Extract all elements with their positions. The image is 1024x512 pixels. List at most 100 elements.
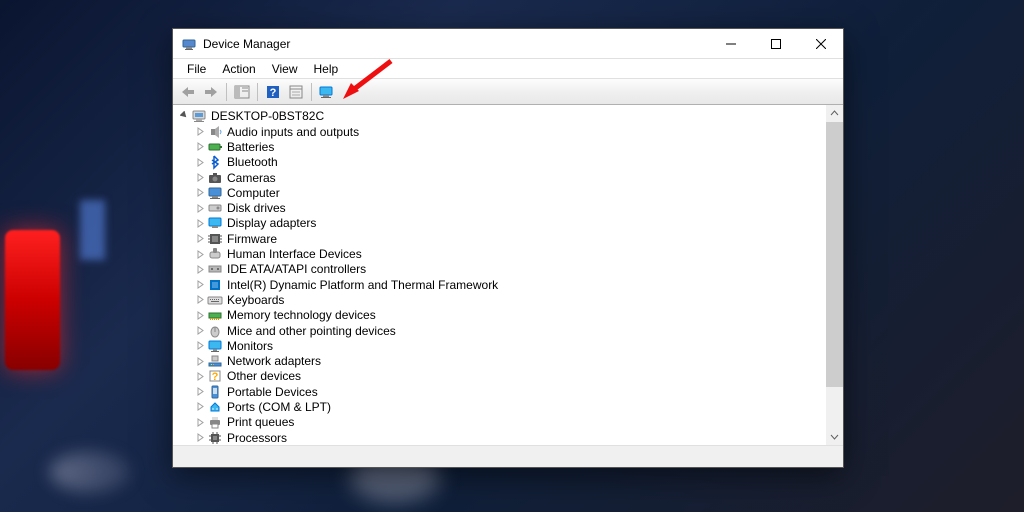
chevron-down-icon — [830, 432, 839, 441]
minimize-button[interactable] — [708, 29, 753, 58]
tree-node[interactable]: Monitors — [173, 338, 843, 353]
expander-icon[interactable] — [193, 400, 207, 414]
tree-node[interactable]: Network adapters — [173, 353, 843, 368]
forward-arrow-icon — [203, 85, 219, 99]
device-manager-window: Device Manager File Action View Help — [172, 28, 844, 468]
menu-file[interactable]: File — [179, 60, 214, 78]
computer-root-icon — [191, 108, 207, 124]
expander-icon[interactable] — [193, 354, 207, 368]
expander-icon[interactable] — [193, 140, 207, 154]
tree-node[interactable]: Human Interface Devices — [173, 246, 843, 261]
expander-icon[interactable] — [193, 125, 207, 139]
menubar: File Action View Help — [173, 59, 843, 79]
network-icon — [207, 353, 223, 369]
tree-node[interactable]: Intel(R) Dynamic Platform and Thermal Fr… — [173, 277, 843, 292]
tree-node-label: Print queues — [227, 415, 294, 429]
expander-icon[interactable] — [177, 109, 191, 123]
tree-node[interactable]: Audio inputs and outputs — [173, 124, 843, 139]
tree-node[interactable]: Cameras — [173, 170, 843, 185]
tree-node-label: Disk drives — [227, 201, 286, 215]
expander-icon[interactable] — [193, 324, 207, 338]
tree-node-label: Computer — [227, 186, 280, 200]
expander-icon[interactable] — [193, 431, 207, 445]
back-arrow-icon — [180, 85, 196, 99]
scrollbar-thumb[interactable] — [826, 122, 843, 387]
toolbar-separator — [226, 83, 227, 101]
tree-node[interactable]: Firmware — [173, 231, 843, 246]
tree-node[interactable]: Portable Devices — [173, 384, 843, 399]
expander-icon[interactable] — [193, 186, 207, 200]
expander-icon[interactable] — [193, 232, 207, 246]
tree-node[interactable]: Keyboards — [173, 292, 843, 307]
expander-icon[interactable] — [193, 171, 207, 185]
scroll-down-button[interactable] — [826, 428, 843, 445]
speaker-icon — [207, 124, 223, 140]
hid-icon — [207, 246, 223, 262]
tree-node-label: Other devices — [227, 369, 301, 383]
close-icon — [816, 39, 826, 49]
tree-node[interactable]: Computer — [173, 185, 843, 200]
toolbar: ? — [173, 79, 843, 105]
camera-icon — [207, 170, 223, 186]
ide-icon — [207, 261, 223, 277]
help-button[interactable]: ? — [262, 81, 284, 103]
tree-node[interactable]: Ports (COM & LPT) — [173, 399, 843, 414]
app-icon — [181, 36, 197, 52]
printer-icon — [207, 414, 223, 430]
expander-icon[interactable] — [193, 339, 207, 353]
expander-icon[interactable] — [193, 247, 207, 261]
menu-action[interactable]: Action — [214, 60, 263, 78]
expander-icon[interactable] — [193, 369, 207, 383]
keyboard-icon — [207, 292, 223, 308]
expander-icon[interactable] — [193, 216, 207, 230]
expander-icon[interactable] — [193, 308, 207, 322]
tree-node[interactable]: ?Other devices — [173, 369, 843, 384]
tree-panel-icon — [234, 85, 250, 99]
ports-icon — [207, 399, 223, 415]
tree-node-label: Batteries — [227, 140, 274, 154]
tree-node[interactable]: Memory technology devices — [173, 308, 843, 323]
disk-icon — [207, 200, 223, 216]
expander-icon[interactable] — [193, 155, 207, 169]
expander-icon[interactable] — [193, 262, 207, 276]
properties-button[interactable] — [285, 81, 307, 103]
tree-node[interactable]: Display adapters — [173, 216, 843, 231]
device-tree[interactable]: DESKTOP-0BST82C Audio inputs and outputs… — [173, 105, 843, 445]
tree-node[interactable]: Disk drives — [173, 200, 843, 215]
expander-icon[interactable] — [193, 385, 207, 399]
tree-node-label: Bluetooth — [227, 155, 278, 169]
firmware-icon — [207, 231, 223, 247]
tree-node[interactable]: Mice and other pointing devices — [173, 323, 843, 338]
back-button[interactable] — [177, 81, 199, 103]
vertical-scrollbar[interactable] — [826, 105, 843, 445]
expander-icon[interactable] — [193, 293, 207, 307]
show-hide-tree-button[interactable] — [231, 81, 253, 103]
tree-node[interactable]: Print queues — [173, 415, 843, 430]
expander-icon[interactable] — [193, 278, 207, 292]
maximize-icon — [771, 39, 781, 49]
tree-root-node[interactable]: DESKTOP-0BST82C — [173, 107, 843, 124]
close-button[interactable] — [798, 29, 843, 58]
statusbar — [173, 445, 843, 467]
memory-icon — [207, 307, 223, 323]
menu-help[interactable]: Help — [306, 60, 347, 78]
tree-node[interactable]: Processors — [173, 430, 843, 445]
tree-node-label: Audio inputs and outputs — [227, 125, 359, 139]
tree-node[interactable]: Bluetooth — [173, 155, 843, 170]
scroll-up-button[interactable] — [826, 105, 843, 122]
tree-node-label: Memory technology devices — [227, 308, 376, 322]
titlebar[interactable]: Device Manager — [173, 29, 843, 59]
expander-icon[interactable] — [193, 201, 207, 215]
tree-node[interactable]: Batteries — [173, 139, 843, 154]
tree-node-label: Monitors — [227, 339, 273, 353]
expander-icon[interactable] — [193, 415, 207, 429]
tree-node-label: Intel(R) Dynamic Platform and Thermal Fr… — [227, 278, 498, 292]
tree-node[interactable]: IDE ATA/ATAPI controllers — [173, 262, 843, 277]
forward-button[interactable] — [200, 81, 222, 103]
menu-view[interactable]: View — [264, 60, 306, 78]
chevron-up-icon — [830, 109, 839, 118]
scan-hardware-button[interactable] — [316, 81, 338, 103]
maximize-button[interactable] — [753, 29, 798, 58]
window-title: Device Manager — [203, 37, 708, 51]
tree-node-label: Human Interface Devices — [227, 247, 362, 261]
